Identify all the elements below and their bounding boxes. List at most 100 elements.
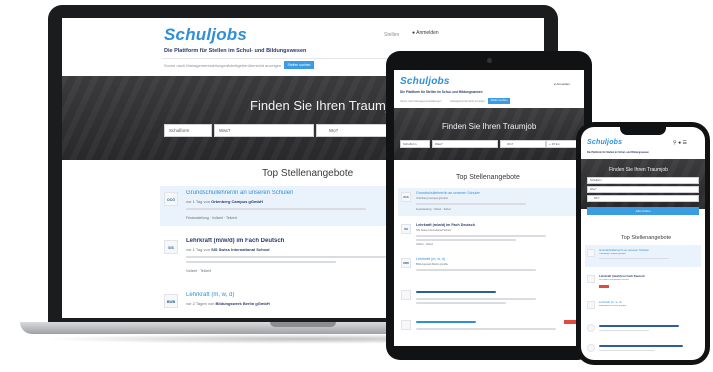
job-employer: Bildungswerk Berlin gGmbH [416,263,449,266]
job-title[interactable]: Grundschullehrer/in an unseren Schulen [416,191,480,195]
job-employer: SIS Swiss International School [599,279,629,281]
hero-banner: Finden Sie Ihren Traumjob Schulform Was?… [581,159,705,209]
job-age: vor 1 Tag von [186,199,210,204]
phone-screen: Schuljobs ⚲ ● ☰ Die Plattform für Stelle… [581,127,705,360]
job-title[interactable]: Grundschullehrer/in an unseren Schulen [599,248,695,252]
site-tagline: Die Plattform für Stellen im Schul- und … [400,90,483,94]
job-card-1[interactable]: Grundschullehrer/in an unseren Schulen O… [585,245,701,267]
job-employer: vor 1 Tag von SIS Swiss International Sc… [186,247,270,252]
employer-logo [401,290,411,300]
find-jobs-button[interactable]: Jobs finden [587,207,699,215]
status-badge [564,320,576,324]
employer-logo: BWB [401,258,411,268]
employer-logo [587,275,595,283]
site-tagline: Die Plattform für Stellen im Schul- und … [164,48,307,54]
job-description-line [416,269,536,271]
site-logo[interactable]: Schuljobs [400,76,450,87]
section-title: Top Stellenangebote [262,168,354,179]
subnav-search-button[interactable]: Stellen suchen [488,98,510,104]
section-title: Top Stellenangebote [456,174,520,181]
job-employer-name[interactable]: Bildungswerk Berlin gGmbH [216,301,270,306]
tablet-screen: Schuljobs Die Plattform für Stellen im S… [394,70,584,346]
job-title[interactable]: Grundschullehrer/in an unseren Schulen [186,190,293,196]
what-input[interactable]: Was? [432,140,498,148]
job-card-3[interactable]: BWB Lehrkraft (m, w, d) Bildungswerk Ber… [398,254,580,282]
login-link[interactable]: ● Anmelden [412,30,439,36]
job-description-line [186,261,336,263]
site-logo[interactable]: Schuljobs [587,139,622,146]
job-employer-name[interactable]: Ortenberg Campus gGmbH [211,199,263,204]
job-title[interactable]: Lehrkraft (m, w, d) [599,300,695,304]
job-age: vor 1 Tag von [186,247,210,252]
job-employer: vor 1 Tag von Ortenberg Campus gGmbH [186,199,263,204]
where-input[interactable]: Wo? [587,195,699,202]
section-title: Top Stellenangebote [621,235,672,241]
job-title[interactable]: Lehrkraft (m, w, d) [186,292,234,298]
job-card-5[interactable] [398,316,580,342]
employer-logo [587,301,595,309]
what-input[interactable]: Was? [214,124,314,137]
site-logo[interactable]: Schuljobs [164,25,247,45]
login-label: Anmelden [416,30,439,36]
employer-logo [401,320,411,330]
employer-logo: SIS [401,224,411,234]
subnav-management[interactable]: Suche nach Managementstellungen [164,63,228,68]
schoolform-select[interactable]: Schulform [164,124,212,137]
job-description-line [416,302,506,304]
site-tagline: Die Plattform für Stellen im Schul- und … [587,151,649,154]
job-card-1[interactable]: OCG Grundschullehrer/in an unseren Schul… [398,188,580,216]
user-icon[interactable]: ● [678,140,681,146]
job-card-4[interactable] [585,321,701,339]
job-card-5[interactable] [585,341,701,359]
job-card-4[interactable] [398,286,580,312]
login-label: Anmelden [556,82,570,86]
job-card-3[interactable]: Lehrkraft (m, w, d) Bildungswerk Berlin … [585,297,701,319]
job-title[interactable]: Lehrkraft (m/w/d) im Fach Deutsch [416,223,475,227]
job-description-line [599,350,655,352]
what-input[interactable]: Was? [587,186,699,193]
subnav-search-button[interactable]: Stellen suchen [284,61,314,69]
menu-icon[interactable]: ☰ [682,140,686,146]
job-description-line [416,239,516,241]
hero-title: Finden Sie Ihren Traumjob [442,122,537,131]
job-description-line [599,330,649,332]
employer-logo [587,249,595,257]
job-meta: Vollzeit · Teilzeit [186,269,211,273]
job-title[interactable]: Lehrkraft (m/w/d) im Fach Deutsch [599,274,695,278]
job-description-line [416,235,546,237]
job-title[interactable]: Lehrkraft (m, w, d) [416,257,445,261]
status-badge [599,285,609,288]
schoolform-select[interactable]: Schulform [587,177,699,184]
login-link[interactable]: ● Anmelden [554,82,570,86]
employer-logo [587,344,595,352]
hero-banner: Finden Sie Ihren Traumjob Schulform Was?… [394,108,584,160]
subnav-management[interactable]: Suche nach Managementstellungen [400,100,441,103]
schoolform-select[interactable]: Schulform [400,140,430,148]
job-card-2[interactable]: Lehrkraft (m/w/d) im Fach Deutsch SIS Sw… [585,271,701,295]
employer-logo: SIS [164,240,178,254]
job-age: vor 2 Tagen von [186,301,215,306]
job-title-placeholder [416,321,476,323]
tablet-camera [487,58,492,63]
search-icon[interactable]: ⚲ [673,140,677,146]
job-card-2[interactable]: SIS Lehrkraft (m/w/d) im Fach Deutsch SI… [398,220,580,250]
nav-link-stellen[interactable]: Stellen [384,32,399,38]
employer-logo [587,324,595,332]
job-description-line [186,256,386,258]
job-description-line [416,298,536,300]
phone-notch [620,127,666,135]
hero-title: Finden Sie Ihren Traumjob [250,98,404,113]
job-description-line [416,328,556,330]
where-input[interactable]: Wo? [500,140,546,148]
subnav-employers[interactable]: Arbeitgeberübersicht anzeigen [450,100,485,103]
job-employer: Ortenberg Campus gGmbH [599,253,626,255]
job-title-placeholder [416,291,496,293]
job-description-line [416,203,526,205]
radius-select[interactable]: + 15 km [546,140,578,148]
job-employer-name[interactable]: SIS Swiss International School [211,247,269,252]
job-employer: vor 2 Tagen von Bildungswerk Berlin gGmb… [186,301,270,306]
hero-title: Finden Sie Ihren Traumjob [609,167,668,173]
job-title[interactable]: Lehrkraft (m/w/d) im Fach Deutsch [186,238,284,244]
subnav-employers[interactable]: Arbeitgeberübersicht anzeigen [227,63,281,68]
user-icon: ● [412,30,416,36]
